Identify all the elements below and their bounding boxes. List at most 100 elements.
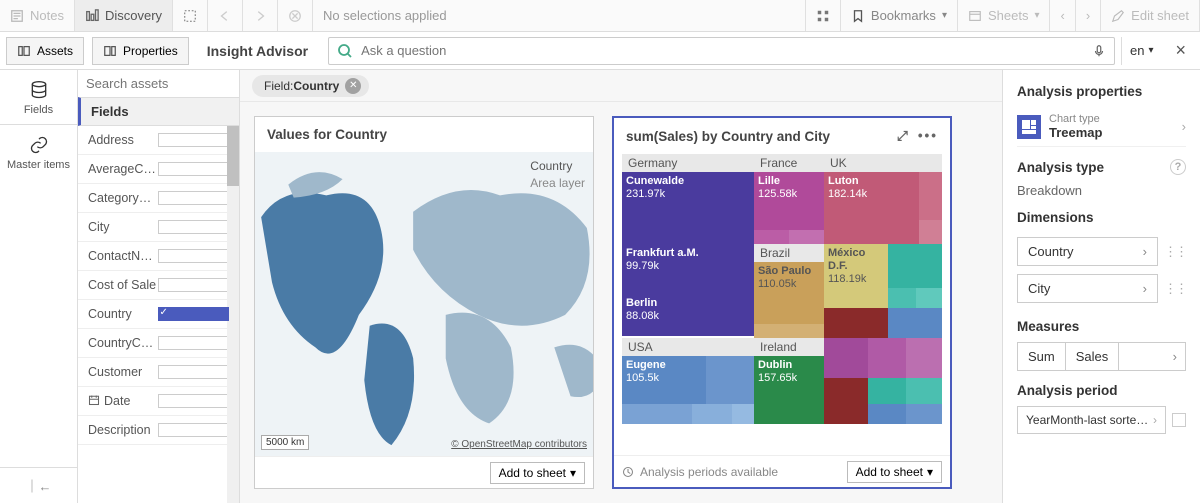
fields-search-input[interactable] — [86, 76, 231, 91]
search-icon — [337, 43, 353, 59]
treemap-cell[interactable]: Frankfurt a.M.99.79k — [622, 244, 754, 294]
treemap-cell[interactable] — [692, 404, 732, 424]
expand-icon[interactable]: ⤢ — [897, 128, 908, 144]
field-row[interactable]: City — [78, 213, 239, 242]
close-button[interactable]: × — [1161, 40, 1200, 61]
treemap-cell[interactable] — [906, 404, 942, 424]
sheets-button[interactable]: Sheets ▾ — [958, 0, 1051, 31]
period-checkbox[interactable] — [1172, 413, 1186, 427]
field-checkbox[interactable] — [158, 394, 230, 408]
clear-sel-button[interactable] — [278, 0, 313, 31]
rail-collapse[interactable]: ｜← — [0, 467, 77, 503]
treemap-cell[interactable] — [906, 338, 942, 378]
map-body[interactable]: Country Area layer 5000 km © OpenStreetM… — [255, 152, 593, 456]
chart-type-row[interactable]: Chart type Treemap › — [1017, 107, 1186, 147]
treemap-cell[interactable]: Dublin157.65k — [754, 356, 824, 424]
treemap-cell[interactable] — [919, 220, 942, 244]
field-checkbox[interactable] — [158, 307, 230, 321]
ask-question-input[interactable] — [361, 43, 1092, 58]
field-checkbox[interactable] — [158, 365, 230, 379]
treemap-cell[interactable] — [789, 230, 824, 244]
treemap-cell[interactable] — [888, 244, 942, 288]
microphone-icon[interactable] — [1092, 44, 1106, 58]
treemap-cell[interactable] — [916, 288, 942, 308]
prev-sheet-button[interactable]: ‹ — [1050, 0, 1075, 31]
dimension-city[interactable]: City › — [1017, 274, 1158, 303]
rail-fields[interactable]: Fields — [0, 70, 77, 125]
ask-question-search[interactable] — [328, 37, 1115, 65]
step-fwd-button[interactable] — [243, 0, 278, 31]
treemap-cell[interactable]: Lille125.58k — [754, 172, 824, 230]
treemap-cell[interactable]: Eugene105.5k — [622, 356, 706, 404]
assets-button[interactable]: Assets — [6, 37, 84, 65]
treemap-cell[interactable] — [754, 230, 789, 244]
treemap-cell[interactable] — [888, 308, 942, 338]
measure-sales[interactable]: Sum Sales › — [1017, 342, 1186, 371]
chip-remove[interactable]: ✕ — [345, 78, 361, 94]
treemap-cell[interactable] — [754, 324, 824, 338]
bookmarks-button[interactable]: Bookmarks ▾ — [841, 0, 958, 31]
grid-button[interactable] — [805, 0, 841, 31]
treemap-cell[interactable]: Berlin88.08k — [622, 294, 754, 336]
drag-handle-icon[interactable]: ⋮⋮ — [1164, 281, 1186, 297]
treemap-cell[interactable] — [622, 404, 692, 424]
map-card[interactable]: Values for Country Country Are — [254, 116, 594, 489]
treemap-cell[interactable] — [732, 404, 754, 424]
more-icon[interactable]: ••• — [918, 128, 938, 144]
assets-label: Assets — [37, 44, 73, 58]
language-selector[interactable]: en ▾ — [1121, 37, 1162, 65]
field-chip[interactable]: Field:Country ✕ — [252, 75, 369, 97]
field-checkbox[interactable] — [158, 249, 230, 263]
treemap-cell[interactable]: Cunewalde231.97k — [622, 172, 754, 244]
field-row[interactable]: AverageCallSatisfa... — [78, 155, 239, 184]
notes-tab[interactable]: Notes — [0, 0, 75, 31]
treemap-cell[interactable] — [706, 356, 754, 404]
treemap-cell[interactable]: Luton182.14k — [824, 172, 919, 244]
field-checkbox[interactable] — [158, 133, 230, 147]
treemap-cell[interactable] — [824, 378, 868, 424]
field-row[interactable]: Cost of Sale — [78, 271, 239, 300]
field-checkbox[interactable] — [158, 336, 230, 350]
rail-master-items[interactable]: Master items — [0, 125, 77, 179]
step-back-button[interactable] — [208, 0, 243, 31]
treemap-body[interactable]: GermanyCunewalde231.97kFrankfurt a.M.99.… — [614, 154, 950, 455]
next-sheet-button[interactable]: › — [1076, 0, 1101, 31]
analysis-period[interactable]: YearMonth-last sorte… › — [1017, 406, 1166, 434]
drag-handle-icon[interactable]: ⋮⋮ — [1164, 244, 1186, 260]
field-row[interactable]: CategoryName — [78, 184, 239, 213]
treemap-cell[interactable]: São Paulo110.05k — [754, 262, 824, 324]
field-row[interactable]: Date — [78, 387, 239, 416]
treemap-cell[interactable] — [824, 338, 868, 378]
field-row[interactable]: Country — [78, 300, 239, 329]
field-checkbox[interactable] — [158, 423, 230, 437]
map-attribution[interactable]: © OpenStreetMap contributors — [451, 439, 587, 450]
map-add-to-sheet[interactable]: Add to sheet ▾ — [490, 462, 585, 484]
no-selections-text: No selections applied — [313, 8, 457, 23]
edit-sheet-button[interactable]: Edit sheet — [1101, 0, 1200, 31]
field-row[interactable]: Description — [78, 416, 239, 445]
tree-add-to-sheet[interactable]: Add to sheet ▾ — [847, 461, 942, 483]
field-checkbox[interactable] — [158, 278, 230, 292]
fields-header[interactable]: Fields — [78, 97, 239, 126]
field-checkbox[interactable] — [158, 191, 230, 205]
help-icon[interactable]: ? — [1170, 159, 1186, 175]
treemap-cell[interactable] — [888, 288, 916, 308]
treemap-cell[interactable] — [868, 338, 906, 378]
field-row[interactable]: CountryCode — [78, 329, 239, 358]
field-checkbox[interactable] — [158, 162, 230, 176]
treemap-cell[interactable] — [906, 378, 942, 404]
dimension-country[interactable]: Country › — [1017, 237, 1158, 266]
treemap-cell[interactable] — [868, 404, 906, 424]
field-row[interactable]: Customer — [78, 358, 239, 387]
discovery-tab[interactable]: Discovery — [75, 0, 173, 31]
treemap-card[interactable]: sum(Sales) by Country and City ⤢ ••• Ger… — [612, 116, 952, 489]
treemap-cell[interactable] — [868, 378, 906, 404]
properties-button[interactable]: Properties — [92, 37, 189, 65]
treemap-cell[interactable]: México D.F.118.19k — [824, 244, 888, 308]
treemap-cell[interactable] — [824, 308, 888, 338]
field-row[interactable]: Address — [78, 126, 239, 155]
selection-tool-button[interactable] — [173, 0, 208, 31]
field-row[interactable]: ContactName — [78, 242, 239, 271]
treemap-cell[interactable] — [919, 172, 942, 220]
field-checkbox[interactable] — [158, 220, 230, 234]
